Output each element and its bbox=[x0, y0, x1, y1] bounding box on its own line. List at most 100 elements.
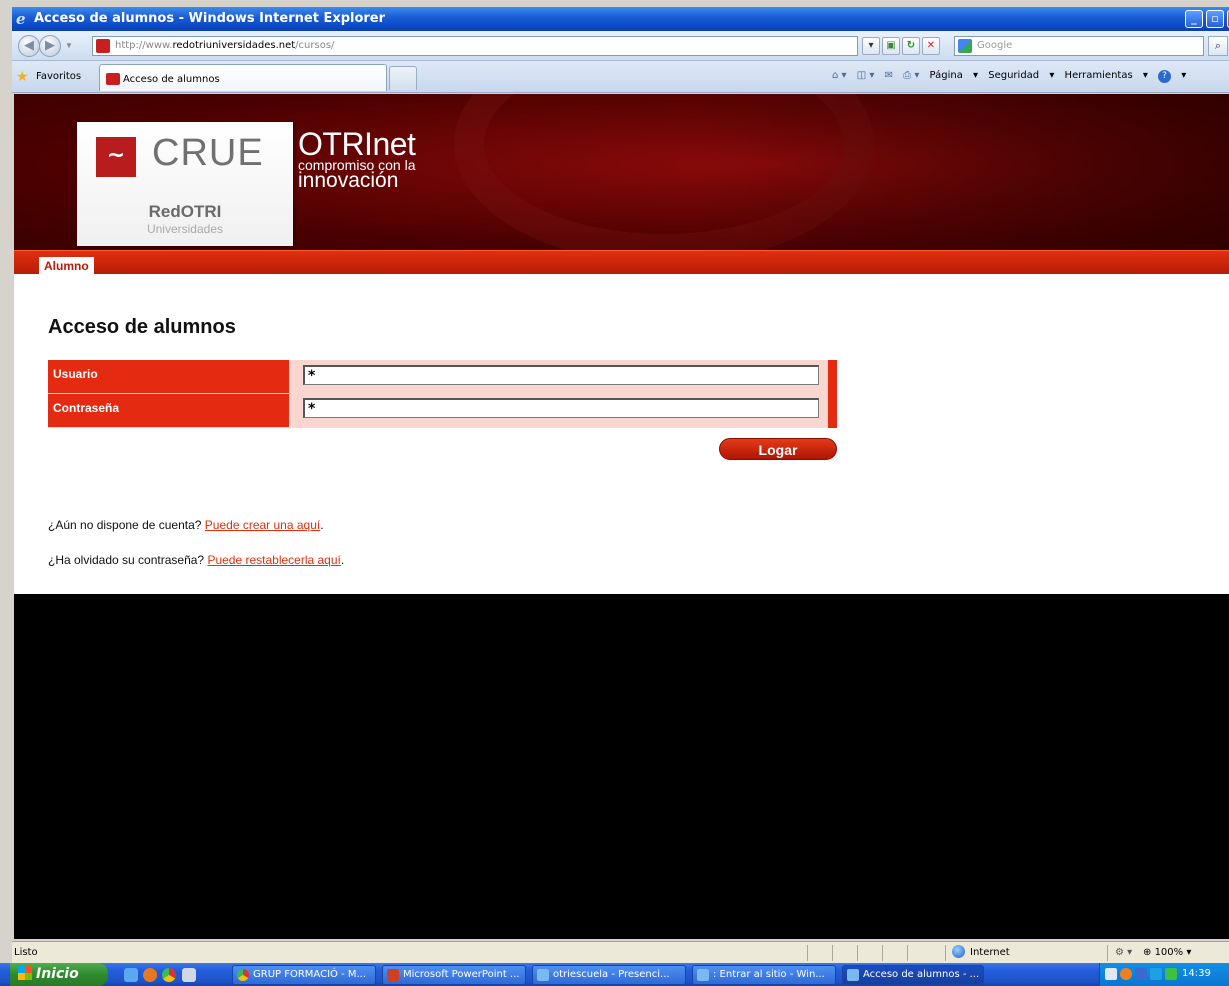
taskbar-item[interactable]: : Entrar al sitio - Win... bbox=[692, 965, 836, 985]
forward-button[interactable]: ▶ bbox=[39, 35, 61, 57]
status-divider bbox=[832, 945, 833, 961]
chrome-icon bbox=[237, 969, 249, 981]
favorites-bar: ★ Favoritos Acceso de alumnos ⌂ ▾ ◫ ▾ ✉ … bbox=[12, 61, 1229, 93]
home-icon[interactable]: ⌂ ▾ bbox=[832, 70, 847, 81]
search-placeholder: Google bbox=[977, 40, 1013, 51]
contrasena-label: Contraseña bbox=[48, 394, 289, 427]
quicklaunch-firefox-icon[interactable] bbox=[143, 968, 157, 982]
minimize-button[interactable]: _ bbox=[1185, 10, 1203, 28]
command-bar: ⌂ ▾ ◫ ▾ ✉ ⎙ ▾ Página ▾ Seguridad ▾ Herra… bbox=[832, 70, 1193, 83]
mail-icon[interactable]: ✉ bbox=[885, 70, 893, 81]
site-banner: ~ CRUE RedOTRI Universidades OTRInet com… bbox=[14, 94, 1229, 250]
help-icon[interactable]: ? ▾ bbox=[1158, 70, 1186, 83]
security-zone[interactable]: Internet bbox=[970, 947, 1010, 958]
reset-password-link[interactable]: Puede restablecerla aquí bbox=[207, 553, 340, 567]
status-bar: Listo Internet ⚙ ▾ ⊕ 100% ▾ bbox=[12, 941, 1229, 963]
address-bar: ◀ ▶ ▼ http://www.redotriuniversidades.ne… bbox=[12, 31, 1229, 61]
status-divider bbox=[1107, 945, 1108, 961]
reset-password-line: ¿Ha olvidado su contraseña? Puede restab… bbox=[48, 553, 345, 567]
logar-button[interactable]: Logar bbox=[719, 438, 837, 460]
window-title: Acceso de alumnos - Windows Internet Exp… bbox=[34, 11, 386, 26]
site-menu-bar: Alumno bbox=[14, 250, 1229, 275]
print-icon[interactable]: ⎙ ▾ bbox=[903, 70, 919, 81]
tray-icon[interactable] bbox=[1120, 968, 1132, 980]
status-text: Listo bbox=[14, 947, 38, 958]
taskbar-item[interactable]: GRUP FORMACIÓ - M... bbox=[232, 965, 376, 985]
login-form: Usuario * Contraseña * bbox=[48, 360, 837, 428]
ie-icon bbox=[697, 969, 709, 981]
form-row-usuario: Usuario * bbox=[48, 360, 828, 393]
page-viewport: ~ CRUE RedOTRI Universidades OTRInet com… bbox=[14, 94, 1229, 939]
powerpoint-icon bbox=[387, 969, 399, 981]
favorites-star-icon[interactable]: ★ bbox=[16, 68, 29, 85]
crue-logo-card[interactable]: ~ CRUE RedOTRI Universidades bbox=[77, 122, 293, 246]
security-menu[interactable]: Seguridad ▾ bbox=[988, 70, 1054, 81]
tray-icon[interactable] bbox=[1165, 968, 1177, 980]
feeds-icon[interactable]: ◫ ▾ bbox=[857, 70, 875, 81]
url-input[interactable]: http://www.redotriuniversidades.net/curs… bbox=[92, 36, 858, 56]
history-dropdown-icon[interactable]: ▼ bbox=[65, 41, 73, 50]
google-icon bbox=[958, 39, 972, 53]
new-tab-button[interactable] bbox=[389, 66, 417, 90]
universidades-logo-text: Universidades bbox=[146, 222, 224, 236]
create-account-line: ¿Aún no dispone de cuenta? Puede crear u… bbox=[48, 518, 324, 532]
window-title-bar[interactable]: e Acceso de alumnos - Windows Internet E… bbox=[12, 7, 1229, 31]
crue-logo-text: CRUE bbox=[152, 132, 264, 174]
page-menu[interactable]: Página ▾ bbox=[930, 70, 979, 81]
usuario-label: Usuario bbox=[48, 360, 289, 393]
tagline-line-2: innovación bbox=[298, 169, 399, 192]
tray-icon[interactable] bbox=[1105, 968, 1117, 980]
taskbar-item[interactable]: Microsoft PowerPoint ... bbox=[382, 965, 526, 985]
contrasena-input[interactable]: * bbox=[303, 398, 819, 418]
banner-shade bbox=[694, 94, 1229, 250]
start-button[interactable]: Inicio bbox=[10, 963, 108, 986]
favorites-button[interactable]: Favoritos bbox=[36, 71, 81, 82]
usuario-input[interactable]: * bbox=[303, 365, 819, 385]
web-page: ~ CRUE RedOTRI Universidades OTRInet com… bbox=[14, 94, 1229, 594]
status-divider bbox=[907, 945, 908, 961]
tab-favicon-icon bbox=[106, 73, 120, 85]
ie-icon: e bbox=[16, 10, 26, 28]
menu-item-alumno[interactable]: Alumno bbox=[39, 257, 94, 275]
form-row-contrasena: Contraseña * bbox=[48, 394, 828, 427]
status-divider bbox=[807, 945, 808, 961]
create-account-link[interactable]: Puede crear una aquí bbox=[205, 518, 320, 532]
page-title: Acceso de alumnos bbox=[48, 316, 236, 338]
protected-mode-icon[interactable]: ⚙ ▾ bbox=[1115, 947, 1132, 958]
status-divider bbox=[945, 945, 946, 961]
internet-zone-icon bbox=[952, 945, 965, 958]
tab-acceso-de-alumnos[interactable]: Acceso de alumnos bbox=[99, 64, 387, 91]
zoom-level[interactable]: ⊕ 100% ▾ bbox=[1143, 947, 1191, 958]
tools-menu[interactable]: Herramientas ▾ bbox=[1065, 70, 1148, 81]
tray-icon[interactable] bbox=[1150, 968, 1162, 980]
url-text: http://www.redotriuniversidades.net/curs… bbox=[115, 40, 335, 51]
desktop-screen: e Acceso de alumnos - Windows Internet E… bbox=[0, 0, 1229, 986]
maximize-button[interactable]: ▫ bbox=[1206, 10, 1224, 28]
tab-title: Acceso de alumnos bbox=[123, 74, 220, 85]
status-divider bbox=[882, 945, 883, 961]
search-icon[interactable]: ⌕ bbox=[1208, 36, 1228, 56]
taskbar-item-active[interactable]: Acceso de alumnos - ... bbox=[842, 965, 984, 985]
quicklaunch-desktop-icon[interactable] bbox=[182, 968, 196, 982]
windows-flag-icon bbox=[18, 966, 32, 980]
quicklaunch-chrome-icon[interactable] bbox=[162, 968, 176, 982]
taskbar-item[interactable]: otriescuela - Presenci... bbox=[532, 965, 686, 985]
search-input[interactable]: Google bbox=[954, 36, 1204, 56]
refresh-icon[interactable]: ↻ bbox=[902, 37, 920, 55]
otrinet-logo: OTRInet bbox=[298, 126, 416, 162]
redotri-logo-text: RedOTRI bbox=[148, 202, 222, 221]
status-divider bbox=[857, 945, 858, 961]
stop-icon[interactable]: ✕ bbox=[922, 37, 940, 55]
site-favicon-icon bbox=[96, 39, 110, 53]
back-button[interactable]: ◀ bbox=[18, 35, 40, 57]
taskbar: Inicio GRUP FORMACIÓ - M... Microsoft Po… bbox=[0, 963, 1229, 986]
ie-icon bbox=[847, 969, 859, 981]
quicklaunch-ie-icon[interactable] bbox=[124, 968, 138, 982]
clock[interactable]: 14:39 bbox=[1182, 968, 1211, 979]
tray-icon[interactable] bbox=[1135, 968, 1147, 980]
system-tray: 14:39 bbox=[1099, 963, 1229, 986]
ie-icon bbox=[537, 969, 549, 981]
url-dropdown-icon[interactable]: ▾ bbox=[862, 37, 880, 55]
crue-logo-icon: ~ bbox=[96, 137, 136, 177]
compatibility-view-icon[interactable]: ▣ bbox=[882, 37, 900, 55]
